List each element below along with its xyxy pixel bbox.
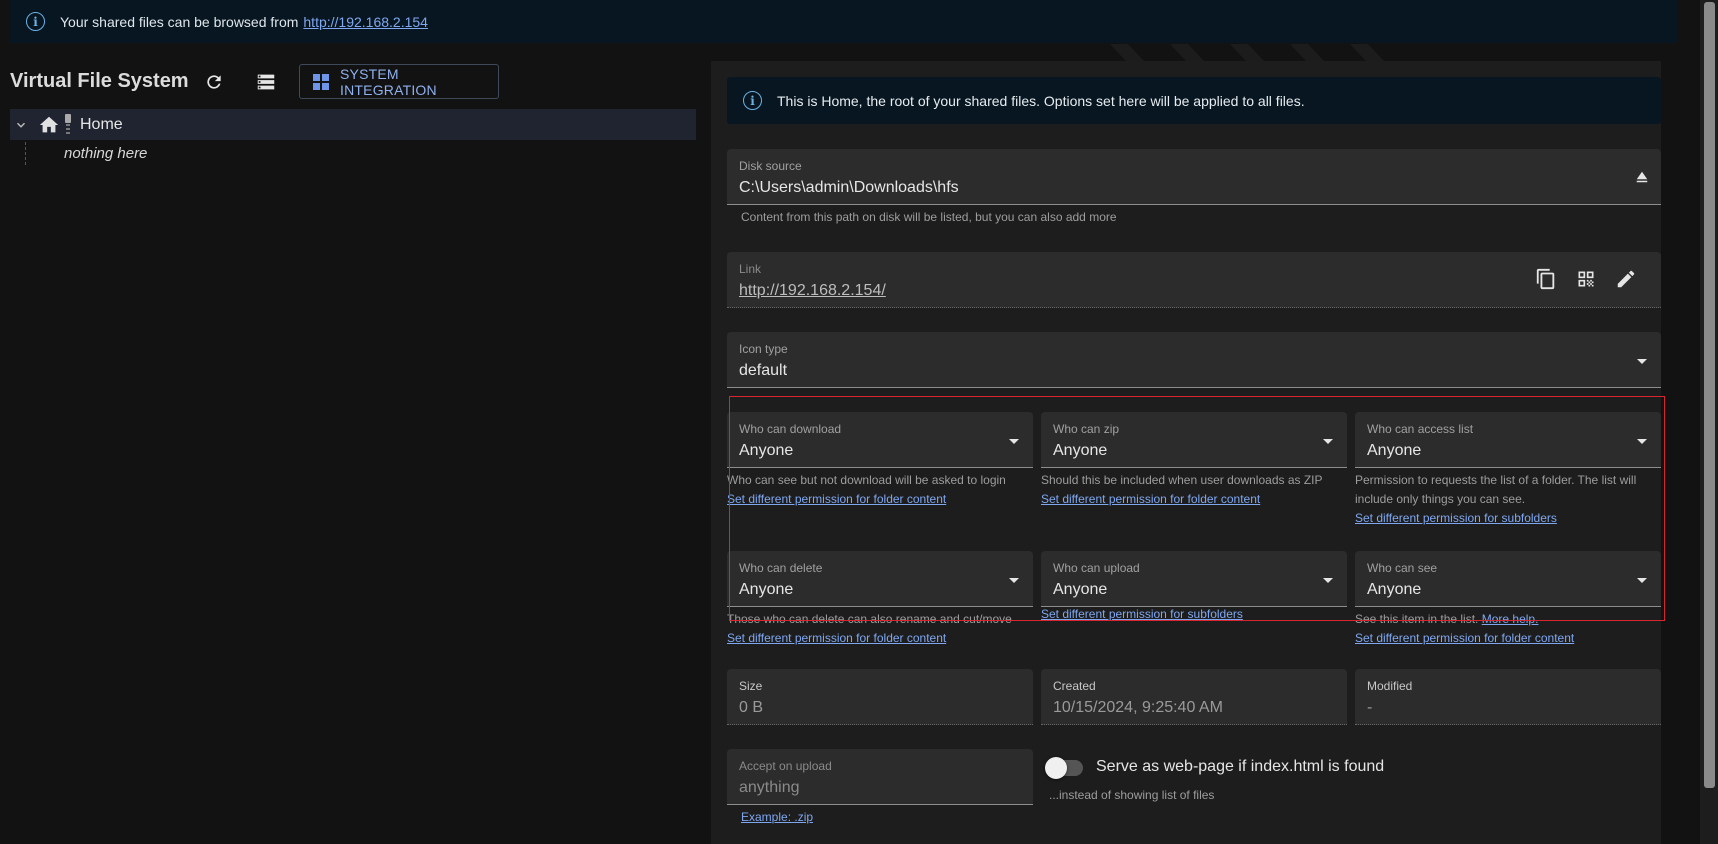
who-can-zip-select[interactable]: Who can zip Anyone	[1041, 412, 1347, 468]
who-can-delete-select[interactable]: Who can delete Anyone	[727, 551, 1033, 607]
who-can-delete-helper-text: Those who can delete can also rename and…	[727, 612, 1012, 626]
link-label: Link	[739, 262, 762, 276]
caret-down-icon	[1637, 578, 1647, 583]
who-can-upload-value: Anyone	[1053, 581, 1108, 598]
banner-text: Your shared files can be browsed from	[60, 13, 299, 30]
icon-type-select[interactable]: Icon type default	[727, 332, 1661, 388]
pencil-icon[interactable]	[1615, 268, 1637, 290]
serve-webpage-helper: ...instead of showing list of files	[1049, 788, 1215, 802]
who-can-download-label: Who can download	[739, 422, 842, 436]
tree-item-home[interactable]: Home	[10, 109, 696, 140]
link-value[interactable]: http://192.168.2.154/	[739, 282, 886, 300]
caret-down-icon	[1009, 578, 1019, 583]
who-can-access-list-helper: Permission to requests the list of a fol…	[1355, 471, 1661, 528]
scrollbar-track[interactable]	[1700, 0, 1718, 844]
disk-source-label: Disk source	[739, 159, 802, 173]
toggle-knob[interactable]	[1045, 757, 1067, 779]
caret-down-icon	[1323, 439, 1333, 444]
who-can-see-helper: See this item in the list. More help. Se…	[1355, 610, 1661, 648]
modified-field: Modified -	[1355, 669, 1661, 725]
who-can-access-list-label: Who can access list	[1367, 422, 1474, 436]
size-label: Size	[739, 679, 763, 693]
disk-source-helper: Content from this path on disk will be l…	[741, 210, 1117, 224]
home-notice: i This is Home, the root of your shared …	[727, 77, 1661, 124]
who-can-delete-label: Who can delete	[739, 561, 823, 575]
access-list-subfolders-link[interactable]: Set different permission for subfolders	[1355, 511, 1557, 525]
who-can-see-label: Who can see	[1367, 561, 1438, 575]
zip-folder-content-link[interactable]: Set different permission for folder cont…	[1041, 492, 1260, 506]
list-icon	[257, 74, 275, 90]
who-can-download-helper: Who can see but not download will be ask…	[727, 471, 1033, 509]
banner-link[interactable]: http://192.168.2.154	[303, 14, 428, 30]
qr-code-icon[interactable]	[1576, 269, 1596, 289]
who-can-download-select[interactable]: Who can download Anyone	[727, 412, 1033, 468]
delete-folder-content-link[interactable]: Set different permission for folder cont…	[727, 631, 946, 645]
home-notice-text: This is Home, the root of your shared fi…	[777, 92, 1305, 109]
who-can-see-helper-text: See this item in the list.	[1355, 612, 1479, 626]
system-integration-button[interactable]: SYSTEM INTEGRATION	[299, 64, 499, 99]
decorative-stripes	[1110, 44, 1384, 61]
who-can-access-list-helper-text: Permission to requests the list of a fol…	[1355, 473, 1637, 506]
icon-type-value: default	[739, 362, 788, 379]
list-view-button[interactable]	[250, 66, 282, 98]
who-can-zip-helper: Should this be included when user downlo…	[1041, 471, 1347, 509]
tree-guide-line	[25, 142, 26, 165]
who-can-zip-label: Who can zip	[1053, 422, 1120, 436]
more-help-link[interactable]: More help.	[1482, 612, 1539, 626]
accept-on-upload-example[interactable]: Example: .zip	[741, 810, 813, 824]
who-can-see-select[interactable]: Who can see Anyone	[1355, 551, 1661, 607]
caret-down-icon	[1637, 359, 1647, 364]
storage-icon	[65, 113, 71, 134]
created-field: Created 10/15/2024, 9:25:40 AM	[1041, 669, 1347, 725]
tree-label-home: Home	[80, 115, 123, 133]
who-can-delete-value: Anyone	[739, 581, 794, 598]
who-can-download-value: Anyone	[739, 442, 794, 459]
windows-icon	[313, 73, 329, 90]
who-can-upload-helper: Set different permission for subfolders	[1041, 605, 1347, 624]
who-can-upload-select[interactable]: Who can upload Anyone	[1041, 551, 1347, 607]
refresh-icon	[207, 75, 221, 89]
system-integration-label: SYSTEM INTEGRATION	[340, 65, 437, 98]
accept-on-upload-input[interactable]: Accept on upload anything	[727, 749, 1033, 805]
refresh-button[interactable]	[198, 66, 230, 98]
who-can-zip-value: Anyone	[1053, 442, 1108, 459]
icon-type-label: Icon type	[739, 342, 788, 356]
info-icon: i	[743, 91, 762, 110]
chevron-down-icon[interactable]	[14, 118, 28, 132]
created-value: 10/15/2024, 9:25:40 AM	[1053, 699, 1223, 716]
home-icon	[39, 116, 59, 132]
vfs-title: Virtual File System	[10, 70, 189, 92]
caret-down-icon	[1323, 578, 1333, 583]
info-icon: i	[26, 12, 45, 31]
see-folder-content-link[interactable]: Set different permission for folder cont…	[1355, 631, 1574, 645]
scrollbar-thumb[interactable]	[1704, 2, 1715, 788]
created-label: Created	[1053, 679, 1096, 693]
download-folder-content-link[interactable]: Set different permission for folder cont…	[727, 492, 946, 506]
who-can-download-helper-text: Who can see but not download will be ask…	[727, 473, 1006, 487]
copy-icon[interactable]	[1535, 268, 1557, 290]
modified-value: -	[1367, 699, 1373, 716]
caret-down-icon	[1009, 439, 1019, 444]
accept-on-upload-value[interactable]: anything	[739, 779, 800, 797]
top-banner: i Your shared files can be browsed from …	[10, 0, 1678, 43]
tree-empty-text: nothing here	[64, 145, 148, 162]
caret-down-icon	[1637, 439, 1647, 444]
modified-label: Modified	[1367, 679, 1413, 693]
accept-on-upload-label: Accept on upload	[739, 759, 832, 773]
who-can-see-value: Anyone	[1367, 581, 1422, 598]
size-value: 0 B	[739, 699, 764, 716]
serve-webpage-toggle[interactable]	[1045, 757, 1083, 779]
upload-subfolders-link[interactable]: Set different permission for subfolders	[1041, 607, 1243, 621]
who-can-upload-label: Who can upload	[1053, 561, 1140, 575]
who-can-access-list-select[interactable]: Who can access list Anyone	[1355, 412, 1661, 468]
disk-source-value[interactable]: C:\Users\admin\Downloads\hfs	[739, 179, 959, 197]
eject-icon[interactable]	[1633, 168, 1651, 186]
link-field: Link http://192.168.2.154/	[727, 252, 1661, 308]
who-can-delete-helper: Those who can delete can also rename and…	[727, 610, 1033, 648]
who-can-zip-helper-text: Should this be included when user downlo…	[1041, 473, 1323, 487]
disk-source-field[interactable]: Disk source C:\Users\admin\Downloads\hfs	[727, 149, 1661, 205]
who-can-access-list-value: Anyone	[1367, 442, 1422, 459]
serve-webpage-label[interactable]: Serve as web-page if index.html is found	[1096, 758, 1384, 776]
size-field: Size 0 B	[727, 669, 1033, 725]
